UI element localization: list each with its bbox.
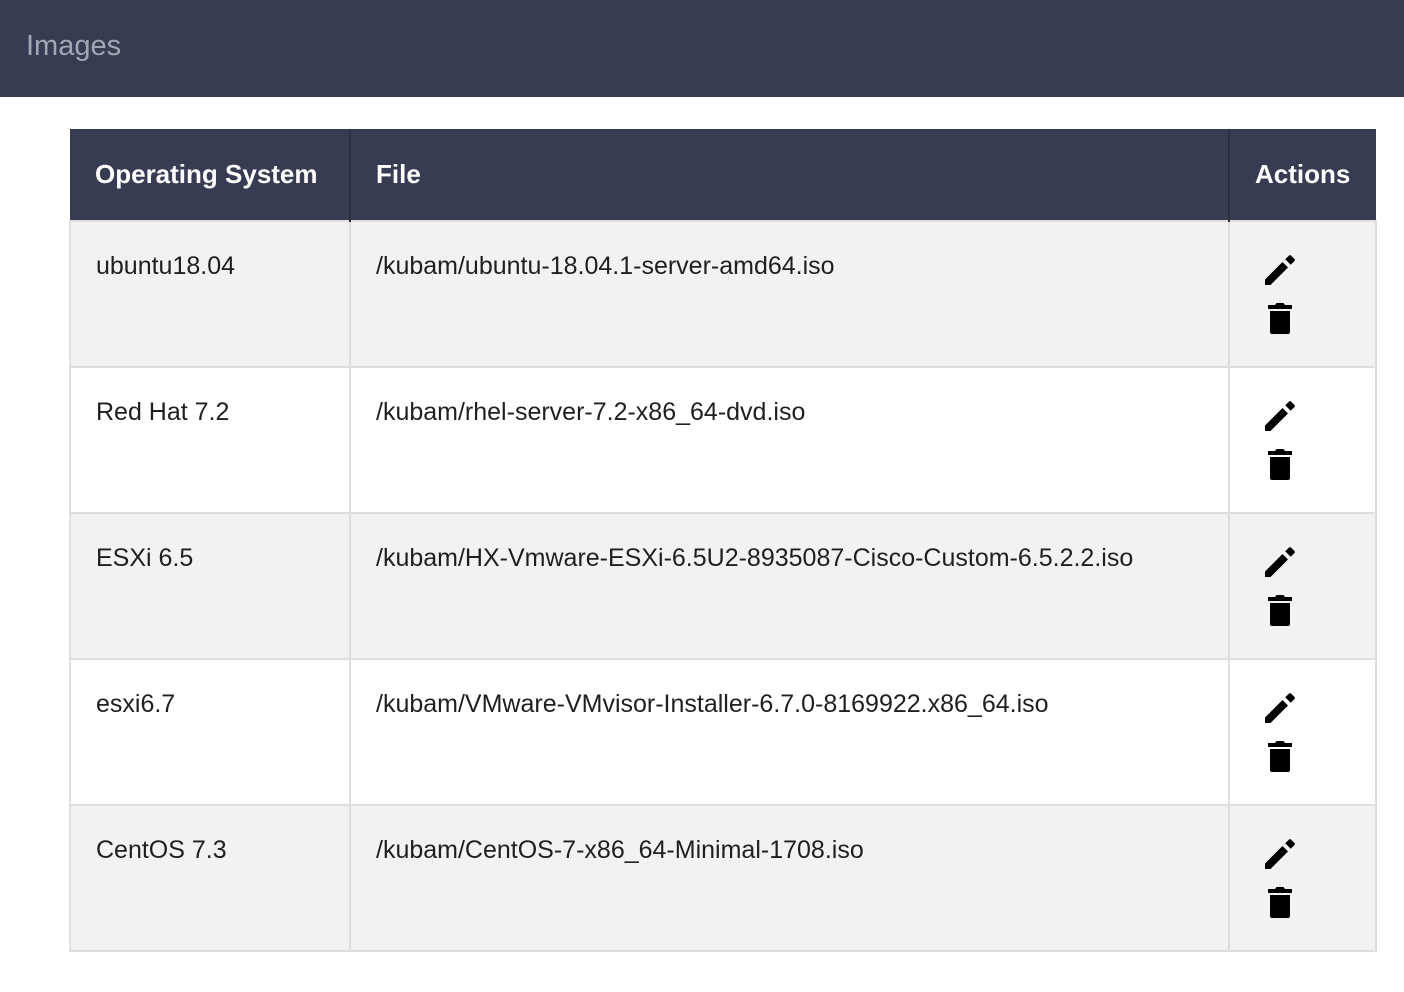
trash-icon [1268, 449, 1292, 480]
pencil-icon [1265, 693, 1295, 723]
table-row: esxi6.7 /kubam/VMware-VMvisor-Installer-… [69, 658, 1377, 806]
pencil-icon [1265, 255, 1295, 285]
column-header-operating-system: Operating System [70, 129, 351, 221]
table-body: ubuntu18.04 /kubam/ubuntu-18.04.1-server… [69, 220, 1377, 952]
trash-icon [1268, 887, 1292, 918]
table-row: ubuntu18.04 /kubam/ubuntu-18.04.1-server… [69, 220, 1377, 368]
file-cell: /kubam/HX-Vmware-ESXi-6.5U2-8935087-Cisc… [349, 512, 1230, 660]
trash-icon [1268, 741, 1292, 772]
delete-button[interactable] [1260, 444, 1300, 484]
table-row: ESXi 6.5 /kubam/HX-Vmware-ESXi-6.5U2-893… [69, 512, 1377, 660]
pencil-icon [1265, 401, 1295, 431]
edit-button[interactable] [1260, 688, 1300, 728]
file-cell: /kubam/CentOS-7-x86_64-Minimal-1708.iso [349, 804, 1230, 952]
delete-button[interactable] [1260, 736, 1300, 776]
column-header-actions: Actions [1229, 129, 1376, 221]
edit-button[interactable] [1260, 542, 1300, 582]
actions-cell [1228, 366, 1377, 514]
trash-icon [1268, 303, 1292, 334]
trash-icon [1268, 595, 1292, 626]
file-cell: /kubam/rhel-server-7.2-x86_64-dvd.iso [349, 366, 1230, 514]
actions-cell [1228, 512, 1377, 660]
actions-cell [1228, 658, 1377, 806]
edit-button[interactable] [1260, 834, 1300, 874]
os-cell: ESXi 6.5 [69, 512, 351, 660]
images-table: Operating System File Actions ubuntu18.0… [69, 129, 1377, 952]
actions-cell [1228, 804, 1377, 952]
os-cell: CentOS 7.3 [69, 804, 351, 952]
os-cell: ubuntu18.04 [69, 220, 351, 368]
delete-button[interactable] [1260, 882, 1300, 922]
actions-cell [1228, 220, 1377, 368]
images-table-container: Operating System File Actions ubuntu18.0… [69, 129, 1377, 952]
table-header: Operating System File Actions [70, 129, 1376, 221]
delete-button[interactable] [1260, 298, 1300, 338]
delete-button[interactable] [1260, 590, 1300, 630]
os-cell: Red Hat 7.2 [69, 366, 351, 514]
table-row: CentOS 7.3 /kubam/CentOS-7-x86_64-Minima… [69, 804, 1377, 952]
top-bar: Images [0, 0, 1404, 97]
edit-button[interactable] [1260, 396, 1300, 436]
page-title: Images [26, 30, 122, 62]
table-row: Red Hat 7.2 /kubam/rhel-server-7.2-x86_6… [69, 366, 1377, 514]
edit-button[interactable] [1260, 250, 1300, 290]
file-cell: /kubam/ubuntu-18.04.1-server-amd64.iso [349, 220, 1230, 368]
column-header-file: File [350, 129, 1230, 221]
os-cell: esxi6.7 [69, 658, 351, 806]
pencil-icon [1265, 839, 1295, 869]
table-header-row: Operating System File Actions [70, 129, 1376, 221]
file-cell: /kubam/VMware-VMvisor-Installer-6.7.0-81… [349, 658, 1230, 806]
pencil-icon [1265, 547, 1295, 577]
